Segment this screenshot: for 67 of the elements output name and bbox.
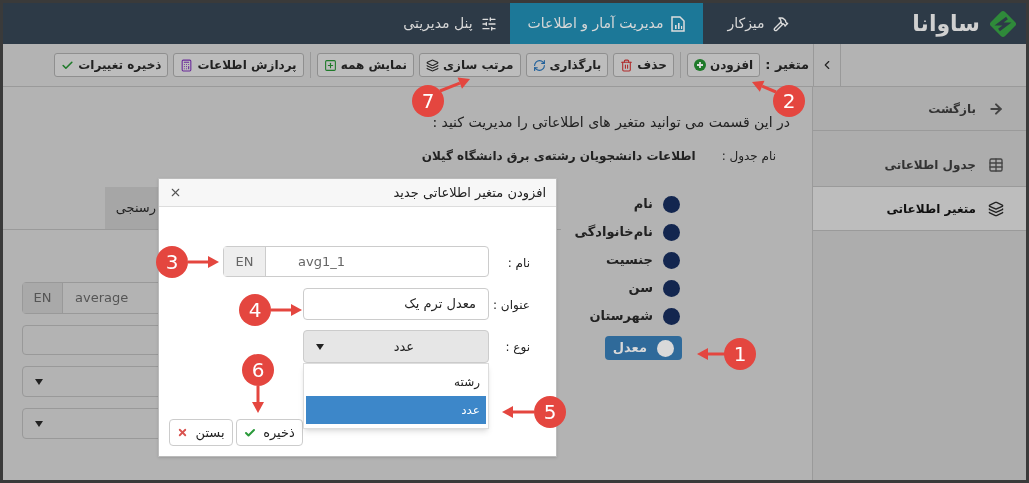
tab[interactable]: رسنجی (105, 187, 158, 229)
variable-item[interactable]: جنسیت (604, 250, 682, 270)
name-value: average (74, 289, 129, 308)
language-prefix: EN (224, 247, 266, 276)
variable-item[interactable]: معدل (604, 336, 682, 360)
name-field[interactable]: EN avg1_1 (223, 246, 489, 277)
table-icon (988, 156, 1004, 173)
callout-badge: 7 (412, 85, 444, 117)
callout-arrow (752, 80, 777, 94)
sidebar-item[interactable]: متغیر اطلاعاتی (813, 187, 1026, 231)
chart-document-icon (671, 15, 686, 32)
table-name-value: اطلاعات دانشجویان رشته‌ی برق دانشگاه گیلان (421, 148, 696, 165)
variable-item[interactable]: نام‌خانوادگی (572, 222, 682, 242)
add-icon (693, 59, 706, 71)
type-select[interactable]: عدد (303, 330, 489, 363)
nav-tab[interactable]: پنل مدیریتی (390, 3, 510, 44)
callout-badge: 5 (534, 396, 566, 428)
callout-arrow (252, 386, 264, 413)
check-icon (61, 58, 75, 72)
layers-icon (988, 200, 1004, 217)
field-label: نوع : (504, 339, 531, 356)
dropdown-option[interactable]: رشته (306, 368, 486, 396)
dropdown-option[interactable]: عدد (306, 396, 486, 424)
save-button[interactable]: ذخیره (236, 419, 303, 446)
field-label: نام : (506, 255, 531, 272)
caret-icon (35, 420, 43, 427)
caret-icon (316, 343, 324, 350)
calculator-icon (180, 58, 194, 72)
toolbar-button[interactable]: بارگذاری (525, 53, 609, 77)
table-name-label: نام جدول : (721, 148, 776, 165)
callout-arrow (271, 304, 302, 316)
toolbar-button[interactable]: مرتب سازی (419, 53, 521, 77)
callout-arrow (502, 406, 534, 418)
language-prefix: EN (23, 283, 63, 313)
variable-item[interactable]: نام (631, 194, 682, 214)
callout-badge: 1 (724, 338, 756, 370)
callout-arrow (188, 256, 219, 268)
sliders-icon (480, 15, 497, 32)
layers-icon (426, 58, 439, 72)
toolbar-button[interactable]: پردازش اطلاعات (173, 53, 304, 77)
dialog-title: افزودن متغیر اطلاعاتی جدید (393, 183, 546, 203)
square-plus-icon (323, 58, 337, 72)
close-button[interactable]: بستن (169, 419, 233, 446)
callout-badge: 2 (773, 85, 805, 117)
toolbar-button[interactable]: نمایش همه (316, 53, 414, 77)
nav-tab[interactable]: مدیریت آمار و اطلاعات (510, 3, 703, 44)
refresh-icon (532, 58, 546, 72)
variable-item[interactable]: سن (626, 278, 682, 298)
toolbar-button[interactable]: ذخیره تغییرات (54, 53, 169, 77)
callout-arrow (439, 77, 470, 93)
nav-tab[interactable]: میزکار (703, 3, 813, 44)
brand-name: ساوانا (912, 10, 980, 39)
variable-item[interactable]: شهرستان (587, 306, 682, 326)
hammer-icon (772, 15, 789, 32)
caret-icon (35, 378, 43, 385)
toolbar-label: متغیر : (765, 56, 809, 75)
toolbar-button[interactable]: افزودن (686, 53, 761, 77)
callout-arrow (697, 348, 725, 360)
close-icon (177, 427, 189, 438)
trash-icon (620, 58, 634, 72)
check-icon (244, 426, 257, 439)
name-value: avg1_1 (297, 252, 345, 271)
close-icon[interactable] (169, 186, 182, 199)
title-field[interactable]: معدل ترم یک (303, 288, 489, 320)
toolbar-button[interactable]: حذف (613, 53, 674, 77)
field-label: عنوان : (492, 297, 531, 314)
sidebar-item[interactable]: بازگشت (813, 87, 1026, 131)
